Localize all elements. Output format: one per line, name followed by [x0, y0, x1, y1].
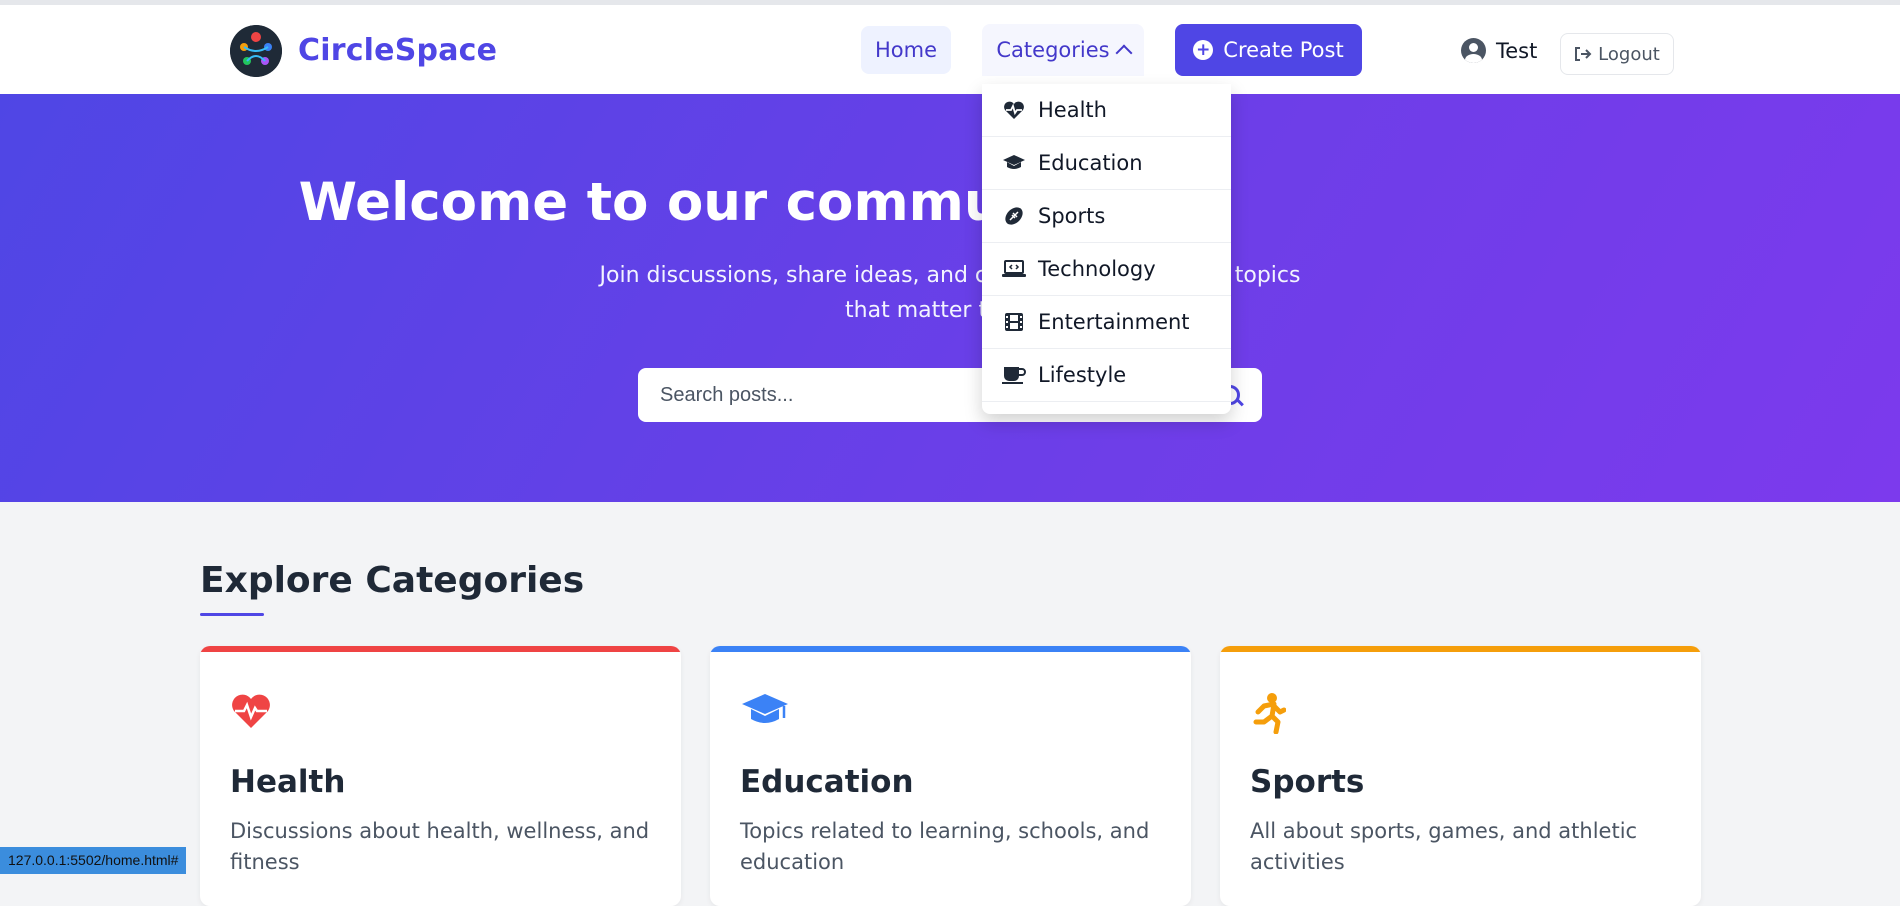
section-title-underline	[200, 613, 264, 616]
card-title: Education	[740, 764, 914, 800]
card-accent-bar	[710, 646, 1191, 652]
dropdown-item-lifestyle[interactable]: Lifestyle	[982, 349, 1231, 402]
dropdown-item-label: Sports	[1038, 204, 1106, 228]
laptop-code-icon	[1002, 257, 1026, 281]
status-bar-url: 127.0.0.1:5502/home.html#	[0, 847, 187, 874]
dropdown-item-education[interactable]: Education	[982, 137, 1231, 190]
logout-label: Logout	[1598, 43, 1660, 65]
section-title: Explore Categories	[200, 560, 585, 601]
dropdown-item-label: Lifestyle	[1038, 363, 1127, 387]
dropdown-item-sports[interactable]: Sports	[982, 190, 1231, 243]
user-menu[interactable]: Test	[1461, 38, 1537, 63]
dropdown-item-entertainment[interactable]: Entertainment	[982, 296, 1231, 349]
dropdown-item-label: Health	[1038, 98, 1107, 122]
card-title: Health	[230, 764, 346, 800]
chevron-up-icon	[1115, 44, 1133, 62]
sign-out-icon	[1575, 47, 1592, 61]
card-description: All about sports, games, and athletic ac…	[1250, 819, 1638, 874]
dropdown-item-label: Entertainment	[1038, 310, 1190, 334]
brand-logo-icon[interactable]	[230, 25, 282, 77]
nav-home-link[interactable]: Home	[861, 26, 951, 74]
running-icon	[1250, 692, 1296, 738]
category-card-education[interactable]: Education Topics related to learning, sc…	[710, 646, 1191, 906]
user-name: Test	[1496, 38, 1538, 63]
brand-name[interactable]: CircleSpace	[298, 33, 497, 68]
user-circle-icon	[1461, 38, 1486, 63]
dropdown-item-label: Education	[1038, 151, 1143, 175]
heartbeat-icon	[1002, 98, 1026, 122]
film-icon	[1002, 310, 1026, 334]
nav-categories-label: Categories	[996, 38, 1110, 62]
create-post-label: Create Post	[1223, 38, 1344, 62]
card-accent-bar	[1220, 646, 1701, 652]
dropdown-item-label: Technology	[1038, 257, 1156, 281]
heartbeat-icon	[230, 692, 276, 738]
card-description: Discussions about health, wellness, and …	[230, 819, 650, 874]
plus-circle-icon: +	[1193, 40, 1214, 60]
category-card-health[interactable]: Health Discussions about health, wellnes…	[200, 646, 681, 906]
card-accent-bar	[200, 646, 681, 652]
top-navbar: CircleSpace Home Categories + Create Pos…	[0, 5, 1900, 95]
card-description: Topics related to learning, schools, and…	[740, 819, 1150, 874]
categories-dropdown-menu: Health Education Sports Technology Enter…	[982, 84, 1231, 414]
dropdown-item-technology[interactable]: Technology	[982, 243, 1231, 296]
category-card-sports[interactable]: Sports All about sports, games, and athl…	[1220, 646, 1701, 906]
graduation-cap-icon	[740, 692, 788, 738]
logout-button[interactable]: Logout	[1560, 33, 1674, 75]
create-post-button[interactable]: + Create Post	[1175, 24, 1362, 76]
coffee-cup-icon	[1002, 363, 1026, 387]
graduation-cap-icon	[1002, 151, 1026, 175]
card-title: Sports	[1250, 764, 1365, 800]
dropdown-item-health[interactable]: Health	[982, 84, 1231, 137]
nav-categories-toggle[interactable]: Categories	[982, 24, 1144, 76]
football-icon	[1002, 204, 1026, 228]
